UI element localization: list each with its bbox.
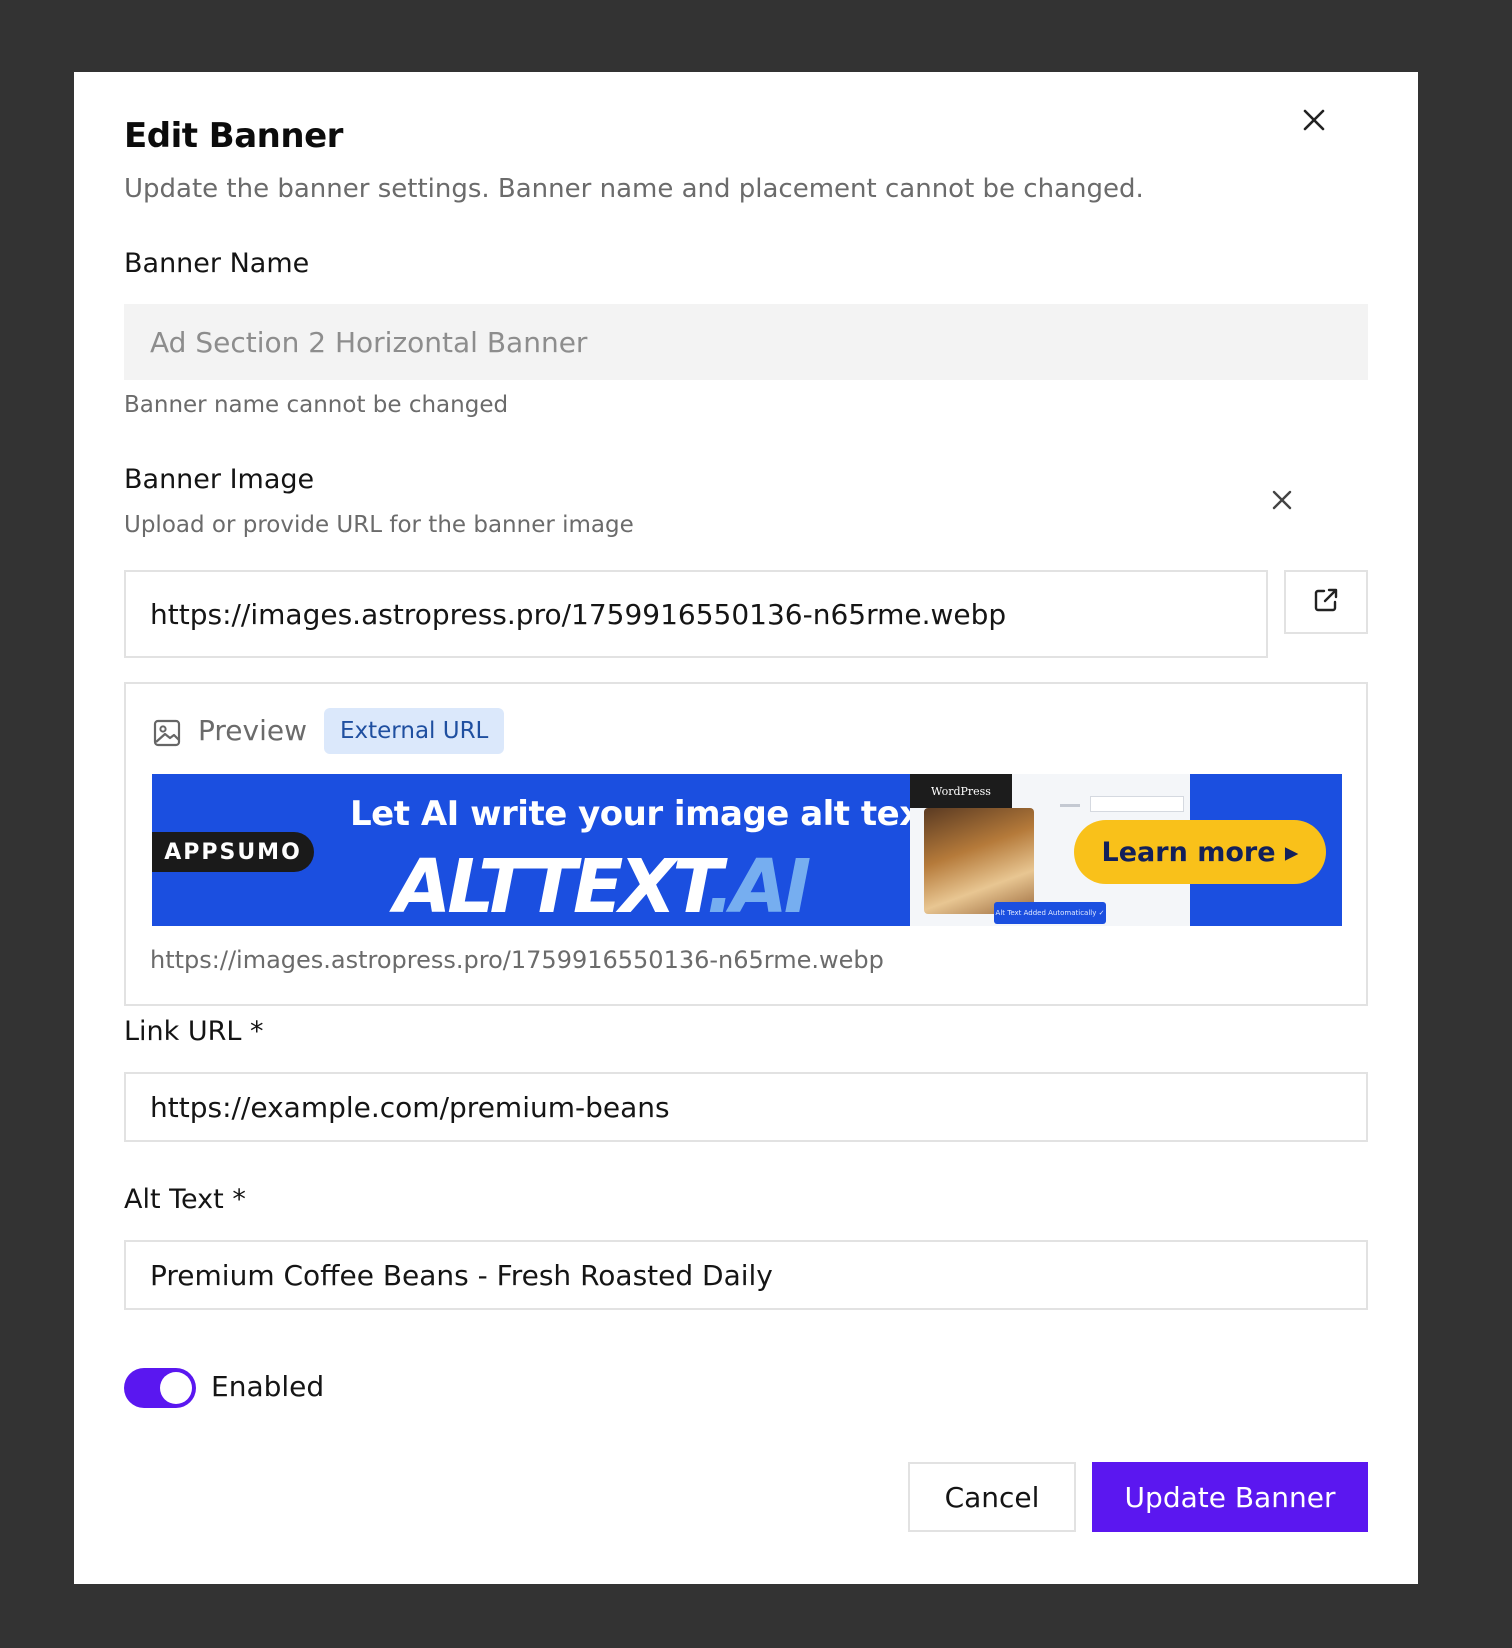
- dialog-title: Edit Banner: [124, 116, 343, 156]
- pancake-photo: [924, 808, 1034, 914]
- ad-product-main: ALTTEXT: [394, 844, 710, 926]
- banner-image-hint: Upload or provide URL for the banner ima…: [124, 512, 634, 538]
- banner-image-label: Banner Image: [124, 464, 315, 495]
- alt-text-input[interactable]: Premium Coffee Beans - Fresh Roasted Dai…: [124, 1240, 1368, 1310]
- appsumo-logo: APPSUMO: [152, 832, 314, 872]
- dialog-subtitle: Update the banner settings. Banner name …: [124, 174, 1144, 204]
- ad-alt-tag: Alt Text Added Automatically ✓: [994, 902, 1106, 924]
- enabled-toggle[interactable]: [124, 1368, 196, 1408]
- close-icon[interactable]: [1296, 102, 1332, 138]
- external-link-icon: [1310, 584, 1342, 620]
- mock-ui-line: [1060, 804, 1080, 807]
- ad-cta: Learn more ▸: [1074, 820, 1326, 884]
- banner-image-url-input[interactable]: https://images.astropress.pro/1759916550…: [124, 570, 1268, 658]
- preview-label: Preview: [198, 714, 307, 747]
- enabled-label: Enabled: [211, 1370, 325, 1403]
- banner-name-label: Banner Name: [124, 248, 310, 279]
- external-url-badge: External URL: [324, 708, 505, 754]
- mock-ui-field: [1090, 796, 1184, 812]
- preview-url-text: https://images.astropress.pro/1759916550…: [150, 946, 884, 974]
- cancel-button[interactable]: Cancel: [908, 1462, 1076, 1532]
- link-url-input[interactable]: https://example.com/premium-beans: [124, 1072, 1368, 1142]
- alt-text-label: Alt Text *: [124, 1184, 246, 1215]
- open-external-button[interactable]: [1284, 570, 1368, 634]
- ad-product-logo: ALTTEXT.AI: [394, 848, 811, 926]
- wordpress-logo: WordPress: [910, 774, 1012, 808]
- update-banner-button[interactable]: Update Banner: [1092, 1462, 1368, 1532]
- toggle-knob: [160, 1372, 192, 1404]
- banner-name-field: Ad Section 2 Horizontal Banner: [124, 304, 1368, 380]
- image-icon: [152, 718, 182, 752]
- ad-product-suffix: .AI: [706, 844, 811, 926]
- ad-headline: Let AI write your image alt text: [350, 794, 937, 834]
- banner-name-hint: Banner name cannot be changed: [124, 392, 509, 418]
- image-preview-panel: Preview External URL APPSUMO Let AI writ…: [124, 682, 1368, 1006]
- link-url-label: Link URL *: [124, 1016, 264, 1047]
- clear-image-icon[interactable]: [1264, 482, 1300, 518]
- edit-banner-dialog: Edit Banner Update the banner settings. …: [74, 72, 1418, 1584]
- banner-preview-image: APPSUMO Let AI write your image alt text…: [152, 774, 1342, 926]
